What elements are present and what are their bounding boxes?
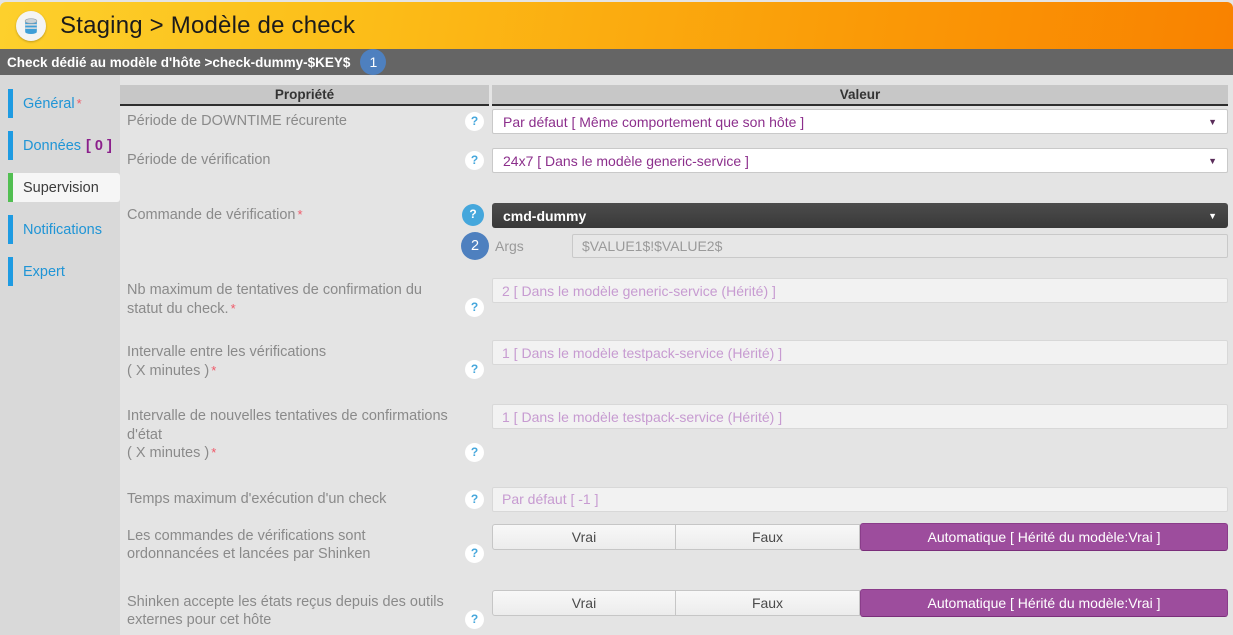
help-icon[interactable]: ? [465, 151, 484, 170]
check-timeout-input: Par défaut [ -1 ] [492, 487, 1228, 512]
property-label: Temps maximum d'exécution d'un check ? [120, 487, 492, 512]
properties-panel: Propriété Valeur Période de DOWNTIME réc… [120, 75, 1233, 635]
tab-label: Notifications [23, 222, 102, 238]
column-header-value: Valeur [492, 85, 1228, 106]
row-check-period: Période de vérification ? 24x7 [ Dans le… [120, 148, 1228, 173]
breadcrumb-bar: Check dédié au modèle d'hôte >check-dumm… [0, 49, 1233, 75]
help-icon[interactable]: ? [465, 112, 484, 131]
tab-label: Données [23, 138, 81, 154]
tab-donnees[interactable]: Données [ 0 ] [8, 131, 120, 160]
row-active-checks-enabled: Les commandes de vérifications sont ordo… [120, 524, 1228, 564]
check-period-select[interactable]: 24x7 [ Dans le modèle generic-service ] … [492, 148, 1228, 173]
option-faux-button[interactable]: Faux [676, 524, 860, 550]
row-retry-interval: Intervalle de nouvelles tentatives de co… [120, 404, 1228, 463]
tab-label: Général [23, 96, 75, 112]
property-label: Commande de vérification* ? [120, 203, 492, 258]
chevron-down-icon: ▼ [1208, 211, 1217, 221]
sidebar: Général * Données [ 0 ] Supervision Noti… [0, 75, 120, 635]
database-icon [16, 11, 46, 41]
tab-indicator [8, 215, 13, 244]
annotation-badge-1: 1 [360, 49, 386, 75]
tab-label: Expert [23, 264, 65, 280]
tab-indicator [8, 131, 13, 160]
row-downtime-period: Période de DOWNTIME récurente ? Par défa… [120, 109, 1228, 134]
tab-indicator [8, 257, 13, 286]
help-icon[interactable]: ? [462, 204, 484, 226]
max-check-attempts-input: 2 [ Dans le modèle generic-service (Héri… [492, 278, 1228, 303]
downtime-period-select[interactable]: Par défaut [ Même comportement que son h… [492, 109, 1228, 134]
row-check-timeout: Temps maximum d'exécution d'un check ? P… [120, 487, 1228, 512]
tab-general[interactable]: Général * [8, 89, 120, 118]
property-label: Période de DOWNTIME récurente ? [120, 109, 492, 134]
tab-expert[interactable]: Expert [8, 257, 120, 286]
annotation-badge-2: 2 [461, 232, 489, 260]
help-icon[interactable]: ? [465, 610, 484, 629]
property-label: Intervalle entre les vérifications ( X m… [120, 340, 492, 380]
content: Général * Données [ 0 ] Supervision Noti… [0, 75, 1233, 635]
required-asterisk: * [211, 445, 216, 460]
required-asterisk: * [211, 363, 216, 378]
help-icon[interactable]: ? [465, 443, 484, 462]
property-label: Les commandes de vérifications sont ordo… [120, 524, 492, 564]
property-label: Shinken accepte les états reçus depuis d… [120, 590, 492, 630]
property-label: Période de vérification ? [120, 148, 492, 173]
property-label: Nb maximum de tentatives de confirmation… [120, 278, 492, 318]
tab-indicator [8, 89, 13, 118]
check-interval-input: 1 [ Dans le modèle testpack-service (Hér… [492, 340, 1228, 365]
option-automatique-button[interactable]: Automatique [ Hérité du modèle:Vrai ] [860, 589, 1228, 617]
check-command-select[interactable]: cmd-dummy ▼ [492, 203, 1228, 228]
required-asterisk: * [231, 301, 236, 316]
tab-notifications[interactable]: Notifications [8, 215, 120, 244]
option-vrai-button[interactable]: Vrai [492, 524, 676, 550]
passive-checks-toggle: Vrai Faux Automatique [ Hérité du modèle… [492, 590, 1228, 616]
option-automatique-button[interactable]: Automatique [ Hérité du modèle:Vrai ] [860, 523, 1228, 551]
check-description: Check dédié au modèle d'hôte >check-dumm… [7, 55, 350, 70]
required-asterisk: * [297, 207, 302, 222]
row-max-check-attempts: Nb maximum de tentatives de confirmation… [120, 278, 1228, 318]
table-header: Propriété Valeur [120, 85, 1228, 106]
app-header: Staging > Modèle de check [0, 2, 1233, 49]
help-icon[interactable]: ? [465, 544, 484, 563]
page: Staging > Modèle de check Check dédié au… [0, 0, 1233, 635]
help-icon[interactable]: ? [465, 360, 484, 379]
row-check-interval: Intervalle entre les vérifications ( X m… [120, 340, 1228, 380]
retry-interval-input: 1 [ Dans le modèle testpack-service (Hér… [492, 404, 1228, 429]
column-header-property: Propriété [120, 85, 489, 106]
chevron-down-icon: ▼ [1208, 156, 1217, 166]
option-vrai-button[interactable]: Vrai [492, 590, 676, 616]
args-row: 2 Args $VALUE1$!$VALUE2$ [492, 234, 1228, 258]
option-faux-button[interactable]: Faux [676, 590, 860, 616]
tab-supervision[interactable]: Supervision [8, 173, 120, 202]
chevron-down-icon: ▼ [1208, 117, 1217, 127]
help-icon[interactable]: ? [465, 298, 484, 317]
required-asterisk: * [77, 96, 82, 111]
active-checks-toggle: Vrai Faux Automatique [ Hérité du modèle… [492, 524, 1228, 550]
page-title: Staging > Modèle de check [60, 12, 355, 40]
row-passive-checks-enabled: Shinken accepte les états reçus depuis d… [120, 590, 1228, 630]
row-check-command: Commande de vérification* ? cmd-dummy ▼ … [120, 203, 1228, 258]
help-icon[interactable]: ? [465, 490, 484, 509]
property-label: Intervalle de nouvelles tentatives de co… [120, 404, 492, 463]
args-label: Args [492, 238, 572, 254]
tab-count-badge: [ 0 ] [86, 138, 112, 154]
tab-indicator [8, 173, 13, 202]
args-input[interactable]: $VALUE1$!$VALUE2$ [572, 234, 1228, 258]
tab-label: Supervision [23, 180, 99, 196]
